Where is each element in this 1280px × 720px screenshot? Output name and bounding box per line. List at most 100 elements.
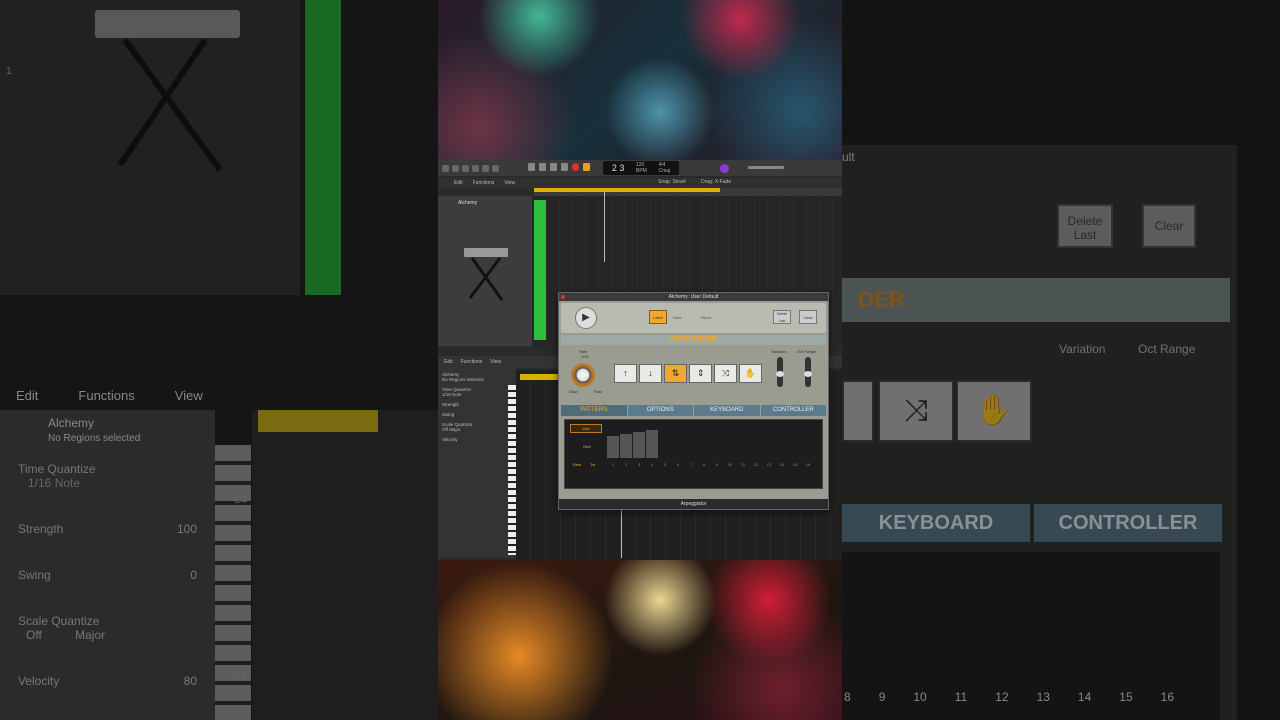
piano-roll-cycle[interactable] [520,374,560,380]
cycle-button[interactable] [583,163,590,171]
rate-knob[interactable] [571,363,595,387]
piano-roll-playhead[interactable] [621,510,622,558]
order-up-down-icon[interactable]: ⇅ [664,364,687,383]
step-bar[interactable] [633,432,645,458]
scale-quantize[interactable]: Scale Quantize Off Major [442,422,512,432]
mixer-button[interactable] [482,164,489,172]
right-zoom-delete-last: Delete Last [1057,204,1113,248]
step-number: 15 [792,462,798,467]
step-number: 7 [689,462,693,467]
playhead[interactable] [604,192,605,262]
tie-label[interactable]: Tie [590,462,595,467]
editors-button[interactable] [492,164,499,172]
clear-button[interactable]: Clear [799,310,817,324]
order-as-played-icon[interactable]: ✋ [739,364,762,383]
step-number: 4 [650,462,654,467]
edit-menu[interactable]: Edit [16,388,38,403]
reset-label[interactable]: Reset [701,315,711,320]
edit-menu[interactable]: Edit [444,359,453,365]
grid-label[interactable]: Grid [583,444,591,449]
tab-controller[interactable]: CONTROLLER [760,405,826,416]
cycle-region[interactable] [534,188,720,192]
right-zoom-random-icon: ⤨ [878,380,954,442]
tab-keyboard[interactable]: KEYBOARD [694,405,760,416]
inspector-instrument: Alchemy No Regions selected [48,416,141,444]
order-down-icon[interactable]: ↓ [639,364,662,383]
right-zoom-variation: Variation [1059,342,1106,356]
step-num: 16 [1160,690,1174,704]
right-zoom-tab-controller: CONTROLLER [1034,504,1222,542]
arp-play-button[interactable]: ▶ [575,307,597,329]
master-volume-slider[interactable] [748,166,784,169]
note-label: Note [673,315,682,320]
drag-value[interactable]: X-Fade [715,179,731,185]
piano-label-c3: C3 [234,672,247,683]
time-quantize[interactable]: Time Quantize 1/16 Note [442,387,512,397]
rewind-button[interactable] [528,163,535,171]
rest-label[interactable]: Rest [573,462,581,467]
step-bar[interactable] [607,436,619,458]
swing[interactable]: Swing [442,412,512,417]
keyboard-stand-image [95,10,240,172]
view-menu[interactable]: View [504,180,515,186]
order-outside-in-icon[interactable]: ⇕ [689,364,712,383]
step-number: 1 [611,462,615,467]
latch-button[interactable]: Latch [649,310,667,324]
pattern-editor: Use Grid Rest Tie 1 2 3 4 5 6 7 8 9 10 1… [564,419,823,489]
lcd-signature: 4/4 Cmaj [658,162,671,174]
order-up-icon[interactable]: ↑ [614,364,637,383]
strength[interactable]: Strength [442,402,512,407]
ruler[interactable] [534,188,842,196]
inspector-button[interactable] [452,164,459,172]
oct-range-slider[interactable] [804,357,812,387]
forward-button[interactable] [539,163,546,171]
logic-window: 2 3 120 BPM 4/4 Cmaj Edit Functions View S… [438,160,842,560]
step-bar[interactable] [646,430,658,458]
close-icon[interactable] [561,295,565,299]
snap-drag-settings: Snap: Smart Drag: X-Fade [658,179,732,185]
track-number: 1 [6,66,12,77]
plugin-titlebar[interactable]: Alchemy: User Default [559,293,828,301]
delete-last-button[interactable]: Delete Last [773,310,791,324]
time-quantize-value[interactable]: 1/16 Note [18,476,80,490]
variation-label: Variation [771,349,787,354]
track-header-area: Alchemy [438,196,532,346]
velocity[interactable]: Velocity [442,437,512,442]
variation-slider[interactable] [776,357,784,387]
video-frame: 1 Edit Functions View Alchemy No Regions … [0,0,1280,720]
note-order-buttons: ↑ ↓ ⇅ ⇕ ⤨ ✋ [614,364,762,383]
midi-region[interactable] [534,200,546,340]
record-button[interactable] [572,163,579,171]
step-number: 13 [766,462,772,467]
tab-pattern[interactable]: PATTERN [561,405,627,416]
order-random-icon[interactable]: ⤨ [714,364,737,383]
piano-keyboard[interactable] [508,385,516,555]
lcd-position: 2 3 [611,163,625,173]
oct-range-label: Oct Range [797,349,817,354]
toolbar-button[interactable] [462,164,469,172]
edit-menu[interactable]: Edit [454,180,463,186]
view-menu[interactable]: View [175,388,203,403]
functions-menu[interactable]: Functions [461,359,483,365]
tab-options[interactable]: OPTIONS [627,405,693,416]
swing-group: Swing 0 [18,568,197,582]
step-bar[interactable] [620,434,632,458]
right-zoom-tabs: KEYBOARD CONTROLLER [842,504,1222,542]
step-bars [607,430,658,458]
note-order-title: NOTE ORDER [561,335,826,345]
strength-group: Strength 100 [18,522,197,536]
functions-menu[interactable]: Functions [473,180,495,186]
library-button[interactable] [442,164,449,172]
functions-menu[interactable]: Functions [78,388,134,403]
right-zoom-step-numbers: 8 9 10 11 12 13 14 15 16 [842,690,1174,704]
step-num: 12 [995,690,1009,704]
play-button[interactable] [561,163,568,171]
snap-value[interactable]: Smart [672,179,685,185]
use-button[interactable]: Use [570,424,602,433]
view-menu[interactable]: View [490,359,501,365]
smart-controls-button[interactable] [472,164,479,172]
count-in-icon[interactable] [720,164,729,173]
piano-label-c4: C4 [234,495,247,506]
step-number: 10 [727,462,733,467]
stop-button[interactable] [550,163,557,171]
